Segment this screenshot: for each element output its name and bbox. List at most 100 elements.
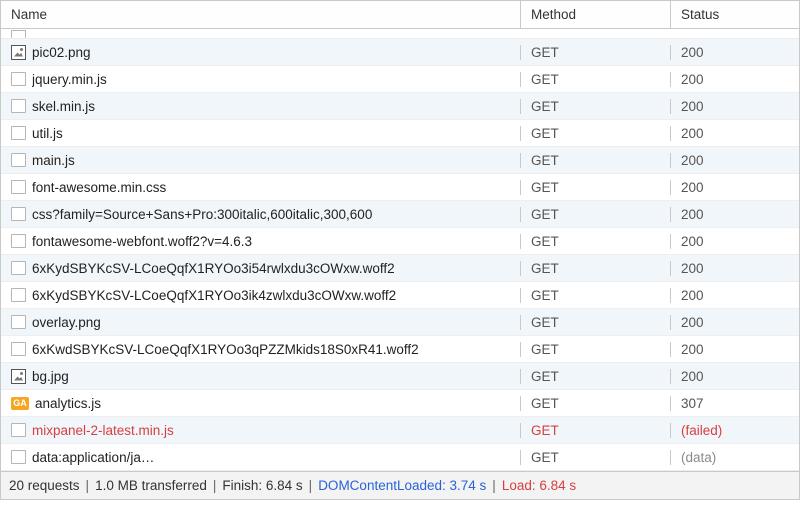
file-icon: [11, 99, 26, 113]
separator: |: [492, 478, 496, 493]
resource-name: 6xKwdSBYKcSV-LCoeQqfX1RYOo3qPZZMkids18S0…: [32, 342, 419, 357]
resource-name: main.js: [32, 153, 75, 168]
summary-load: Load: 6.84 s: [502, 478, 576, 493]
cell-status: 200: [671, 234, 799, 249]
resource-name: skel.min.js: [32, 99, 95, 114]
file-icon: [11, 288, 26, 302]
resource-name: data:application/ja…: [32, 450, 154, 465]
table-row[interactable]: util.js GET200: [1, 120, 799, 147]
network-panel: Name Method Status pic02.pngGET200jquery…: [0, 0, 800, 500]
table-row[interactable]: data:application/ja… GET(data): [1, 444, 799, 471]
image-icon: [11, 369, 26, 384]
column-header-status[interactable]: Status: [671, 1, 799, 28]
cell-status: 200: [671, 207, 799, 222]
table-row[interactable]: 6xKydSBYKcSV-LCoeQqfX1RYOo3ik4zwlxdu3cOW…: [1, 282, 799, 309]
table-row[interactable]: bg.jpgGET200: [1, 363, 799, 390]
file-icon: [11, 126, 26, 140]
cell-name: util.js: [1, 126, 521, 141]
separator: |: [86, 478, 90, 493]
cell-method: GET: [521, 99, 671, 114]
cell-status: 200: [671, 315, 799, 330]
cell-status: 200: [671, 153, 799, 168]
cell-name: data:application/ja…: [1, 450, 521, 465]
table-row[interactable]: pic02.png GET200: [1, 39, 799, 66]
resource-name: overlay.png: [32, 315, 101, 330]
table-row[interactable]: GAanalytics.jsGET307: [1, 390, 799, 417]
cell-status: 200: [671, 342, 799, 357]
cell-status: 200: [671, 45, 799, 60]
cell-method: GET: [521, 342, 671, 357]
cell-method: GET: [521, 153, 671, 168]
cell-method: GET: [521, 423, 671, 438]
resource-name: fontawesome-webfont.woff2?v=4.6.3: [32, 234, 252, 249]
cell-name: 6xKwdSBYKcSV-LCoeQqfX1RYOo3qPZZMkids18S0…: [1, 342, 521, 357]
cell-status: (data): [671, 450, 799, 465]
file-icon: [11, 315, 26, 329]
column-header-name[interactable]: Name: [1, 1, 521, 28]
resource-name: mixpanel-2-latest.min.js: [32, 423, 174, 438]
cell-name: font-awesome.min.css: [1, 180, 521, 195]
cell-status: 200: [671, 288, 799, 303]
summary-finish: Finish: 6.84 s: [222, 478, 302, 493]
cell-name: overlay.png: [1, 315, 521, 330]
file-icon: [11, 207, 26, 221]
file-icon: [11, 450, 26, 464]
summary-domcontentloaded: DOMContentLoaded: 3.74 s: [318, 478, 486, 493]
cell-status: 200: [671, 126, 799, 141]
column-header-method[interactable]: Method: [521, 1, 671, 28]
resource-name: bg.jpg: [32, 369, 69, 384]
cell-method: GET: [521, 72, 671, 87]
resource-name: util.js: [32, 126, 63, 141]
resource-name: 6xKydSBYKcSV-LCoeQqfX1RYOo3i54rwlxdu3cOW…: [32, 261, 395, 276]
resource-name: css?family=Source+Sans+Pro:300italic,600…: [32, 207, 372, 222]
cell-method: GET: [521, 450, 671, 465]
image-icon: [11, 45, 26, 60]
cell-method: GET: [521, 234, 671, 249]
cell-method: GET: [521, 315, 671, 330]
row-cut-off: [1, 29, 799, 39]
cell-name: pic02.png: [1, 45, 521, 60]
cell-method: GET: [521, 369, 671, 384]
table-header: Name Method Status: [1, 1, 799, 29]
cell-status: 200: [671, 72, 799, 87]
table-row[interactable]: fontawesome-webfont.woff2?v=4.6.3 GET200: [1, 228, 799, 255]
table-row[interactable]: mixpanel-2-latest.min.js GET(failed): [1, 417, 799, 444]
ga-icon: GA: [11, 397, 29, 410]
cell-name: bg.jpg: [1, 369, 521, 384]
file-icon: [11, 234, 26, 248]
cell-method: GET: [521, 45, 671, 60]
resource-name: 6xKydSBYKcSV-LCoeQqfX1RYOo3ik4zwlxdu3cOW…: [32, 288, 396, 303]
resource-name: analytics.js: [35, 396, 101, 411]
cell-status: (failed): [671, 423, 799, 438]
table-row[interactable]: css?family=Source+Sans+Pro:300italic,600…: [1, 201, 799, 228]
table-row[interactable]: 6xKydSBYKcSV-LCoeQqfX1RYOo3i54rwlxdu3cOW…: [1, 255, 799, 282]
cell-name: main.js: [1, 153, 521, 168]
cell-status: 200: [671, 180, 799, 195]
file-icon: [11, 342, 26, 356]
table-row[interactable]: font-awesome.min.css GET200: [1, 174, 799, 201]
table-row[interactable]: 6xKwdSBYKcSV-LCoeQqfX1RYOo3qPZZMkids18S0…: [1, 336, 799, 363]
file-icon: [11, 423, 26, 437]
resource-name: pic02.png: [32, 45, 91, 60]
table-row[interactable]: main.js GET200: [1, 147, 799, 174]
file-icon: [11, 30, 26, 38]
cell-name: GA analytics.js: [1, 396, 521, 411]
cell-name: jquery.min.js: [1, 72, 521, 87]
cell-status: 200: [671, 261, 799, 276]
file-icon: [11, 72, 26, 86]
cell-name: css?family=Source+Sans+Pro:300italic,600…: [1, 207, 521, 222]
file-icon: [11, 153, 26, 167]
cell-method: GET: [521, 180, 671, 195]
cell-method: GET: [521, 207, 671, 222]
cell-name: fontawesome-webfont.woff2?v=4.6.3: [1, 234, 521, 249]
table-row[interactable]: overlay.png GET200: [1, 309, 799, 336]
cell-method: GET: [521, 288, 671, 303]
cell-method: GET: [521, 396, 671, 411]
table-row[interactable]: skel.min.jsGET200: [1, 93, 799, 120]
file-icon: [11, 261, 26, 275]
cell-method: GET: [521, 126, 671, 141]
table-row[interactable]: jquery.min.jsGET200: [1, 66, 799, 93]
summary-requests: 20 requests: [9, 478, 80, 493]
resource-name: font-awesome.min.css: [32, 180, 166, 195]
separator: |: [309, 478, 313, 493]
